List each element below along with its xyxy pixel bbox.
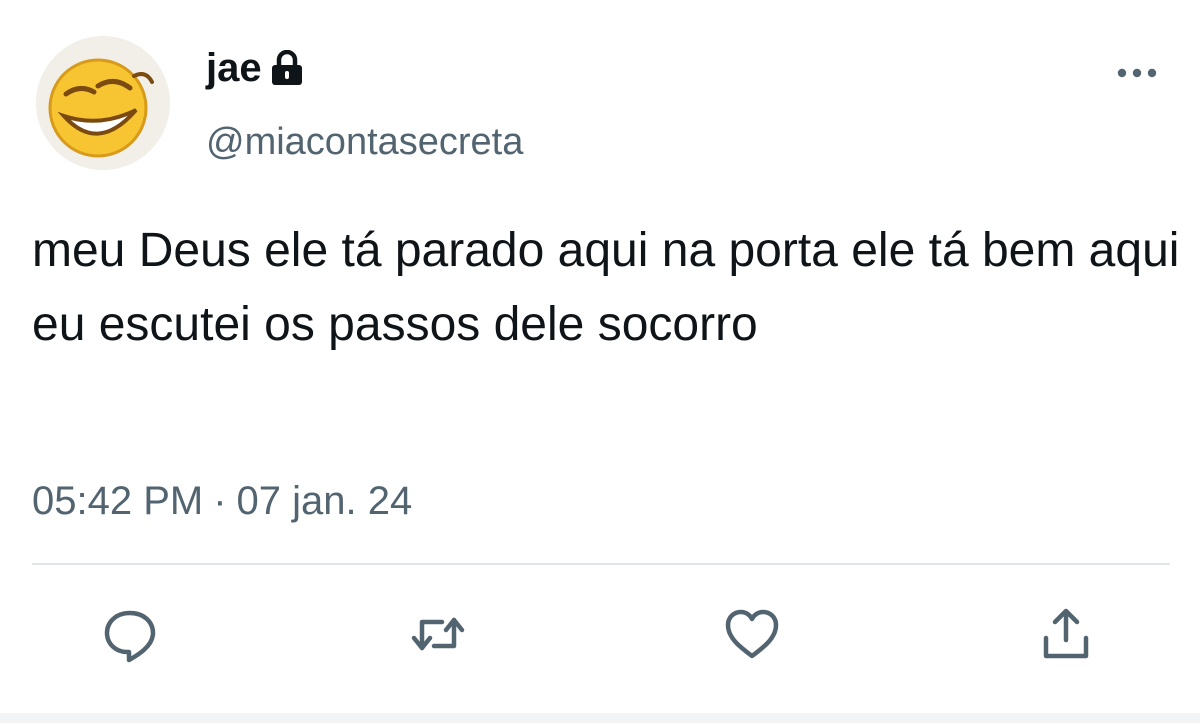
meta-separator: · xyxy=(213,479,227,523)
author-handle[interactable]: @miacontasecreta xyxy=(206,118,523,166)
retweet-button[interactable] xyxy=(408,604,468,664)
reply-icon xyxy=(104,610,156,663)
retweet-icon xyxy=(411,617,465,651)
share-icon xyxy=(1043,608,1089,659)
author-name-row[interactable]: jae xyxy=(206,44,304,92)
tweet-timestamp[interactable]: 05:42 PM · 07 jan. 24 xyxy=(32,475,412,527)
more-options-icon[interactable] xyxy=(1114,60,1160,86)
share-button[interactable] xyxy=(1036,604,1096,664)
tweet-time[interactable]: 05:42 PM xyxy=(32,479,203,523)
laughing-emoji-icon xyxy=(36,36,170,170)
divider xyxy=(32,563,1170,565)
reply-button[interactable] xyxy=(100,604,160,664)
avatar[interactable] xyxy=(36,36,170,170)
heart-icon xyxy=(725,609,779,659)
tweet-text: meu Deus ele tá parado aqui na porta ele… xyxy=(32,224,1180,351)
tweet-date[interactable]: 07 jan. 24 xyxy=(237,479,413,523)
bottom-rule xyxy=(0,713,1200,723)
like-button[interactable] xyxy=(722,604,782,664)
lock-icon xyxy=(271,50,302,85)
author-display-name[interactable]: jae xyxy=(206,44,262,92)
